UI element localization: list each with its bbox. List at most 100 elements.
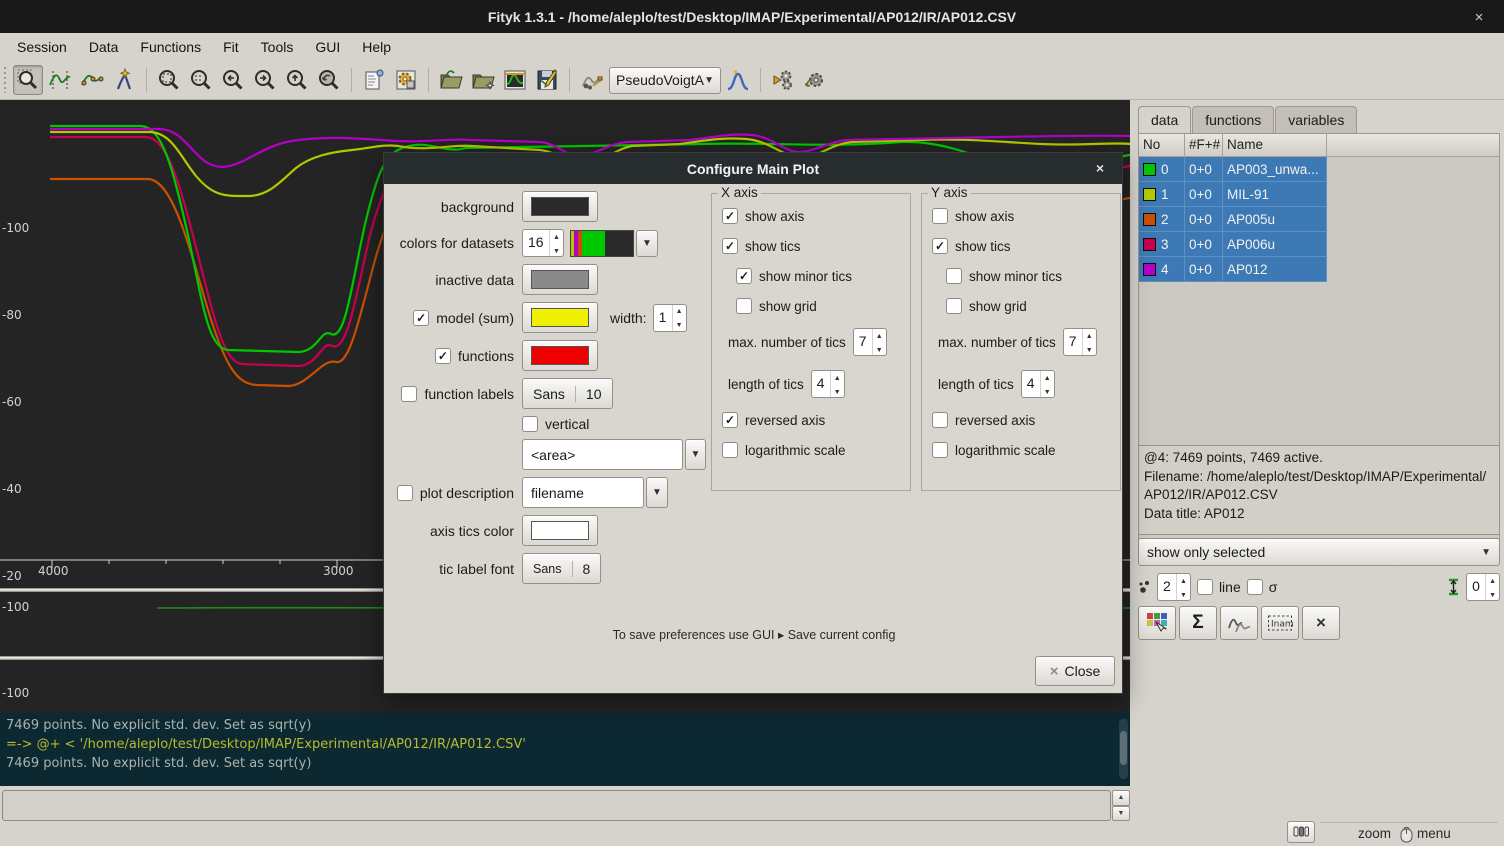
spin-up-icon[interactable]: ▲ [1083,329,1096,343]
spin-up-icon[interactable]: ▲ [673,305,686,319]
show-functions-button[interactable] [1220,606,1258,640]
plot-description-dropdown-button[interactable]: ▼ [646,477,668,508]
spin-down-icon[interactable]: ▼ [1486,588,1499,602]
fit-run-button[interactable] [768,65,798,95]
spin-up-icon[interactable]: ▲ [831,371,844,385]
x-show-axis-checkbox[interactable]: ✓ [722,208,738,224]
functions-checkbox[interactable]: ✓ [435,348,451,364]
console-scrollbar-thumb[interactable] [1120,731,1127,765]
menu-help[interactable]: Help [351,35,402,59]
point-size-spinner[interactable]: 2▲▼ [1157,573,1191,601]
vertical-checkbox[interactable] [522,416,538,432]
show-names-button[interactable]: Inam [1261,606,1299,640]
y-show-tics-checkbox[interactable]: ✓ [932,238,948,254]
y-show-axis-checkbox[interactable] [932,208,948,224]
spin-down-icon[interactable]: ▼ [1041,385,1054,399]
shift-spinner[interactable]: 0▲▼ [1466,573,1500,601]
close-button[interactable]: × Close [1035,656,1115,686]
spin-down-icon[interactable]: ▼ [831,385,844,399]
edit-function-button[interactable] [577,65,607,95]
console-scrollbar[interactable] [1119,719,1128,779]
x-log-checkbox[interactable] [722,442,738,458]
zoom-left-button[interactable] [218,65,248,95]
export-image-button[interactable] [500,65,530,95]
mouse-config-button[interactable] [1287,821,1315,843]
colors-count-spinner[interactable]: 16▲▼ [522,229,564,257]
x-tic-length-spinner[interactable]: 4▲▼ [811,370,845,398]
plot-description-select[interactable]: filename [522,477,644,508]
spin-up-icon[interactable]: ▲ [1041,371,1054,385]
x-show-grid-checkbox[interactable] [736,298,752,314]
background-mode-button[interactable] [77,65,107,95]
y-tic-length-spinner[interactable]: 4▲▼ [1021,370,1055,398]
y-log-checkbox[interactable] [932,442,948,458]
zoom-mode-button[interactable] [13,65,43,95]
tab-functions[interactable]: functions [1192,106,1274,133]
open-file-extra-button[interactable] [468,65,498,95]
add-peak-button[interactable] [723,65,753,95]
delete-button[interactable]: × [1302,606,1340,640]
col-f[interactable]: #F+# [1185,134,1223,156]
y-reversed-checkbox[interactable] [932,412,948,428]
spin-down-icon[interactable]: ▼ [1177,588,1190,602]
command-history-spinner[interactable]: ▲ ▼ [1112,790,1130,821]
x-show-tics-checkbox[interactable]: ✓ [722,238,738,254]
x-max-tics-spinner[interactable]: 7▲▼ [853,328,887,356]
label-text-select[interactable]: <area> [522,439,683,470]
sum-button[interactable]: Σ [1179,606,1217,640]
fit-settings-button[interactable] [800,65,830,95]
model-color-button[interactable] [522,302,598,333]
col-name[interactable]: Name [1223,134,1327,156]
sigma-checkbox[interactable] [1247,579,1263,595]
spin-up-icon[interactable]: ▲ [550,230,563,244]
y-max-tics-spinner[interactable]: 7▲▼ [1063,328,1097,356]
col-no[interactable]: No [1139,134,1185,156]
toolbar-grip[interactable] [2,67,9,93]
spin-up-icon[interactable]: ▲ [1112,790,1130,806]
axis-tics-color-button[interactable] [522,515,598,546]
inactive-data-color-button[interactable] [522,264,598,295]
command-input[interactable] [2,790,1111,821]
tic-label-font-button[interactable]: Sans 8 [522,553,601,584]
spin-down-icon[interactable]: ▼ [1112,806,1130,822]
spin-down-icon[interactable]: ▼ [550,244,563,258]
menu-tools[interactable]: Tools [250,35,305,59]
dataset-colors-preview[interactable] [570,230,634,257]
zoom-right-button[interactable] [250,65,280,95]
function-labels-font-button[interactable]: Sans 10 [522,378,613,409]
plot-description-checkbox[interactable] [397,485,413,501]
export-script-button[interactable] [532,65,562,95]
dialog-titlebar[interactable]: Configure Main Plot × [384,153,1122,184]
model-width-spinner[interactable]: 1▲▼ [653,304,687,332]
menu-gui[interactable]: GUI [304,35,351,59]
functions-color-button[interactable] [522,340,598,371]
x-reversed-checkbox[interactable]: ✓ [722,412,738,428]
spin-up-icon[interactable]: ▲ [873,329,886,343]
table-row[interactable]: 4 0+0 AP012 [1139,257,1499,282]
background-color-button[interactable] [522,191,598,222]
spin-down-icon[interactable]: ▼ [673,319,686,333]
table-row[interactable]: 1 0+0 MIL-91 [1139,182,1499,207]
y-show-grid-checkbox[interactable] [946,298,962,314]
spin-up-icon[interactable]: ▲ [1486,574,1499,588]
zoom-vertical-button[interactable] [186,65,216,95]
zoom-previous-button[interactable] [314,65,344,95]
line-checkbox[interactable] [1197,579,1213,595]
add-peak-mode-button[interactable] [109,65,139,95]
model-sum-checkbox[interactable]: ✓ [413,310,429,326]
table-row[interactable]: 3 0+0 AP006u [1139,232,1499,257]
menu-data[interactable]: Data [78,35,130,59]
x-show-minor-tics-checkbox[interactable]: ✓ [736,268,752,284]
menu-fit[interactable]: Fit [212,35,250,59]
zoom-up-button[interactable] [282,65,312,95]
dialog-close-icon[interactable]: × [1090,158,1110,178]
output-console[interactable]: 7469 points. No explicit std. dev. Set a… [0,713,1130,786]
table-row[interactable]: 2 0+0 AP005u [1139,207,1499,232]
tab-variables[interactable]: variables [1275,106,1357,133]
function-labels-checkbox[interactable] [401,386,417,402]
y-show-minor-tics-checkbox[interactable] [946,268,962,284]
open-file-button[interactable] [436,65,466,95]
session-log-button[interactable] [359,65,389,95]
zoom-all-button[interactable] [154,65,184,95]
menu-session[interactable]: Session [6,35,78,59]
